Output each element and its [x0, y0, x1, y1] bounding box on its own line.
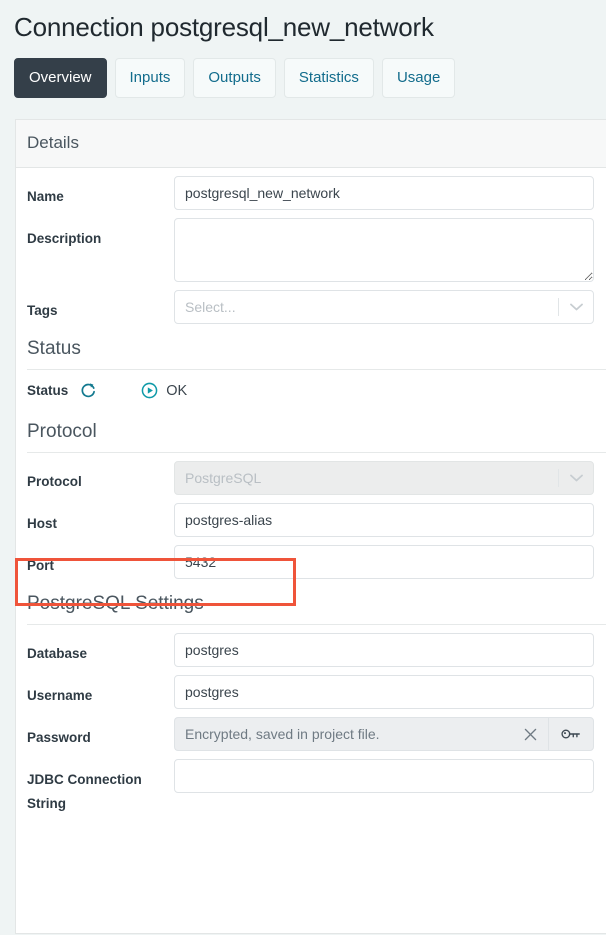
tab-outputs[interactable]: Outputs: [193, 58, 276, 98]
tab-overview-label: Overview: [29, 69, 92, 86]
details-panel-body: Name Description Tags Select...: [16, 168, 606, 816]
tab-usage-label: Usage: [396, 69, 441, 86]
port-input[interactable]: [174, 545, 594, 579]
database-control: [174, 633, 606, 667]
database-input[interactable]: [174, 633, 594, 667]
jdbc-label: JDBC Connection String: [27, 772, 142, 811]
password-label: Password: [27, 730, 91, 745]
password-control: Encrypted, saved in project file.: [174, 717, 606, 751]
status-value: OK: [141, 382, 187, 399]
username-control: [174, 675, 606, 709]
protocol-select-value: PostgreSQL: [185, 470, 262, 486]
port-control: [174, 545, 606, 579]
details-panel-header: Details: [16, 120, 606, 168]
field-row-description: Description: [16, 210, 606, 282]
tags-control: Select...: [174, 290, 606, 324]
tab-outputs-label: Outputs: [208, 69, 261, 86]
description-control: [174, 218, 606, 282]
password-field-group: Encrypted, saved in project file.: [174, 717, 594, 751]
play-circle-icon: [141, 382, 158, 399]
chevron-down-icon: [559, 474, 593, 482]
protocol-label: Protocol: [27, 474, 82, 489]
tab-inputs[interactable]: Inputs: [114, 58, 186, 98]
close-icon[interactable]: [518, 728, 542, 741]
status-text: OK: [166, 382, 188, 399]
database-label: Database: [27, 646, 88, 661]
status-label: Status: [27, 383, 69, 398]
host-control: [174, 503, 606, 537]
username-label: Username: [27, 688, 93, 703]
field-row-protocol: Protocol PostgreSQL: [16, 453, 606, 495]
name-label: Name: [27, 189, 64, 204]
tags-select-placeholder: Select...: [185, 299, 236, 315]
port-label: Port: [27, 558, 54, 573]
page-title: Connection postgresql_new_network: [14, 12, 434, 42]
tab-statistics[interactable]: Statistics: [283, 58, 374, 98]
status-section-heading: Status: [27, 338, 81, 359]
protocol-select: PostgreSQL: [174, 461, 594, 495]
field-row-password: Password Encrypted, saved in project fil…: [16, 709, 606, 751]
refresh-icon[interactable]: [80, 382, 97, 399]
tags-label: Tags: [27, 303, 58, 318]
key-icon[interactable]: [548, 717, 594, 751]
postgres-settings-heading: PostgreSQL Settings: [27, 593, 204, 614]
field-row-tags: Tags Select...: [16, 282, 606, 324]
field-row-name: Name: [16, 168, 606, 210]
name-control: [174, 176, 606, 210]
details-panel: Details Name Description Tags Select...: [15, 119, 606, 934]
username-input[interactable]: [174, 675, 594, 709]
tags-select[interactable]: Select...: [174, 290, 594, 324]
protocol-section-heading: Protocol: [27, 421, 97, 442]
password-field[interactable]: Encrypted, saved in project file.: [174, 717, 548, 751]
field-row-jdbc: JDBC Connection String: [16, 751, 606, 816]
status-row: Status OK: [16, 370, 606, 407]
description-label: Description: [27, 231, 102, 246]
protocol-control: PostgreSQL: [174, 461, 606, 495]
tab-statistics-label: Statistics: [298, 69, 359, 86]
field-row-database: Database: [16, 625, 606, 667]
tab-overview[interactable]: Overview: [14, 58, 107, 98]
password-text: Encrypted, saved in project file.: [185, 726, 380, 742]
field-row-username: Username: [16, 667, 606, 709]
description-textarea[interactable]: [174, 218, 594, 282]
tab-inputs-label: Inputs: [129, 69, 171, 86]
field-row-port: Port: [16, 537, 606, 579]
tab-bar: Overview Inputs Outputs Statistics Usage: [0, 44, 606, 98]
field-row-host: Host: [16, 495, 606, 537]
jdbc-control: [174, 759, 606, 793]
name-input[interactable]: [174, 176, 594, 210]
jdbc-input[interactable]: [174, 759, 594, 793]
chevron-down-icon[interactable]: [559, 303, 593, 311]
host-label: Host: [27, 516, 57, 531]
host-input[interactable]: [174, 503, 594, 537]
tab-usage[interactable]: Usage: [381, 58, 456, 98]
